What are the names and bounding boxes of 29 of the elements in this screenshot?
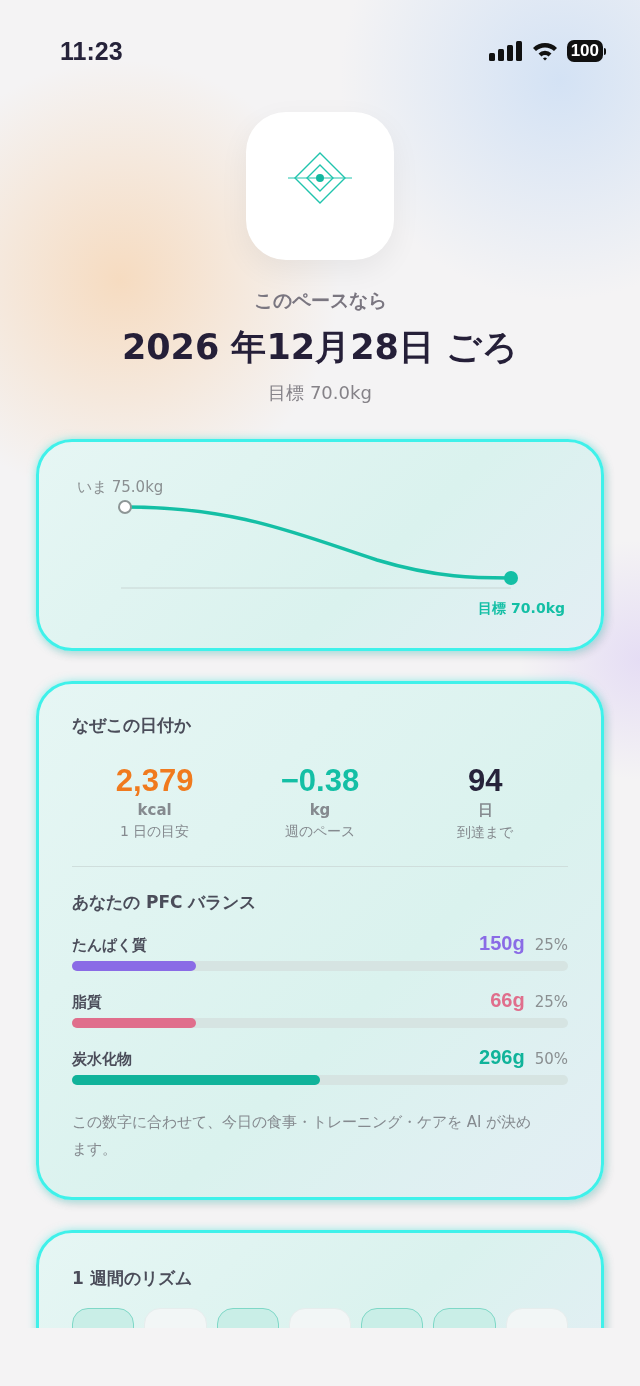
macro-name: たんぱく質 — [72, 936, 148, 955]
stat-caption: 1 日の目安 — [119, 823, 190, 841]
start-weight-label: いま 75.0kg — [77, 478, 164, 497]
goal-weight-label: 目標 70.0kg — [478, 600, 565, 618]
macro-percent: 25% — [534, 993, 568, 1011]
estimated-date: 2026 年12月28日 ごろ — [121, 326, 519, 369]
goal-weight: 目標 70.0kg — [268, 381, 372, 405]
lead-text: このペースなら — [253, 288, 387, 313]
stat-unit: kcal — [137, 801, 172, 819]
card-title: なぜこの日付か — [72, 714, 192, 737]
macro-grams: 66g — [490, 989, 525, 1012]
macro-percent: 25% — [534, 936, 568, 954]
explanation-text: この数字に合わせて、今日の食事・トレーニング・ケアを AI が決めます。 — [72, 1112, 533, 1160]
stat-caption: 週のペース — [285, 823, 355, 841]
macro-name: 炭水化物 — [72, 1050, 133, 1069]
stat-caption: 到達まで — [457, 824, 514, 842]
pfc-title: あなたの PFC バランス — [72, 891, 258, 914]
macro-percent: 50% — [534, 1050, 568, 1068]
status-time: 11:23 — [60, 36, 123, 66]
stat-value: −0.38 — [280, 763, 360, 799]
stat-unit: kg — [309, 801, 331, 819]
stat-value: 94 — [468, 763, 503, 799]
stat-value: 2,379 — [115, 763, 194, 799]
stat-unit: 日 — [477, 801, 493, 820]
battery-level: 100 — [566, 40, 603, 62]
macro-grams: 296g — [479, 1046, 525, 1069]
macro-grams: 150g — [479, 932, 525, 955]
card-title: 1 週間のリズム — [72, 1267, 193, 1290]
macro-name: 脂質 — [72, 993, 103, 1012]
